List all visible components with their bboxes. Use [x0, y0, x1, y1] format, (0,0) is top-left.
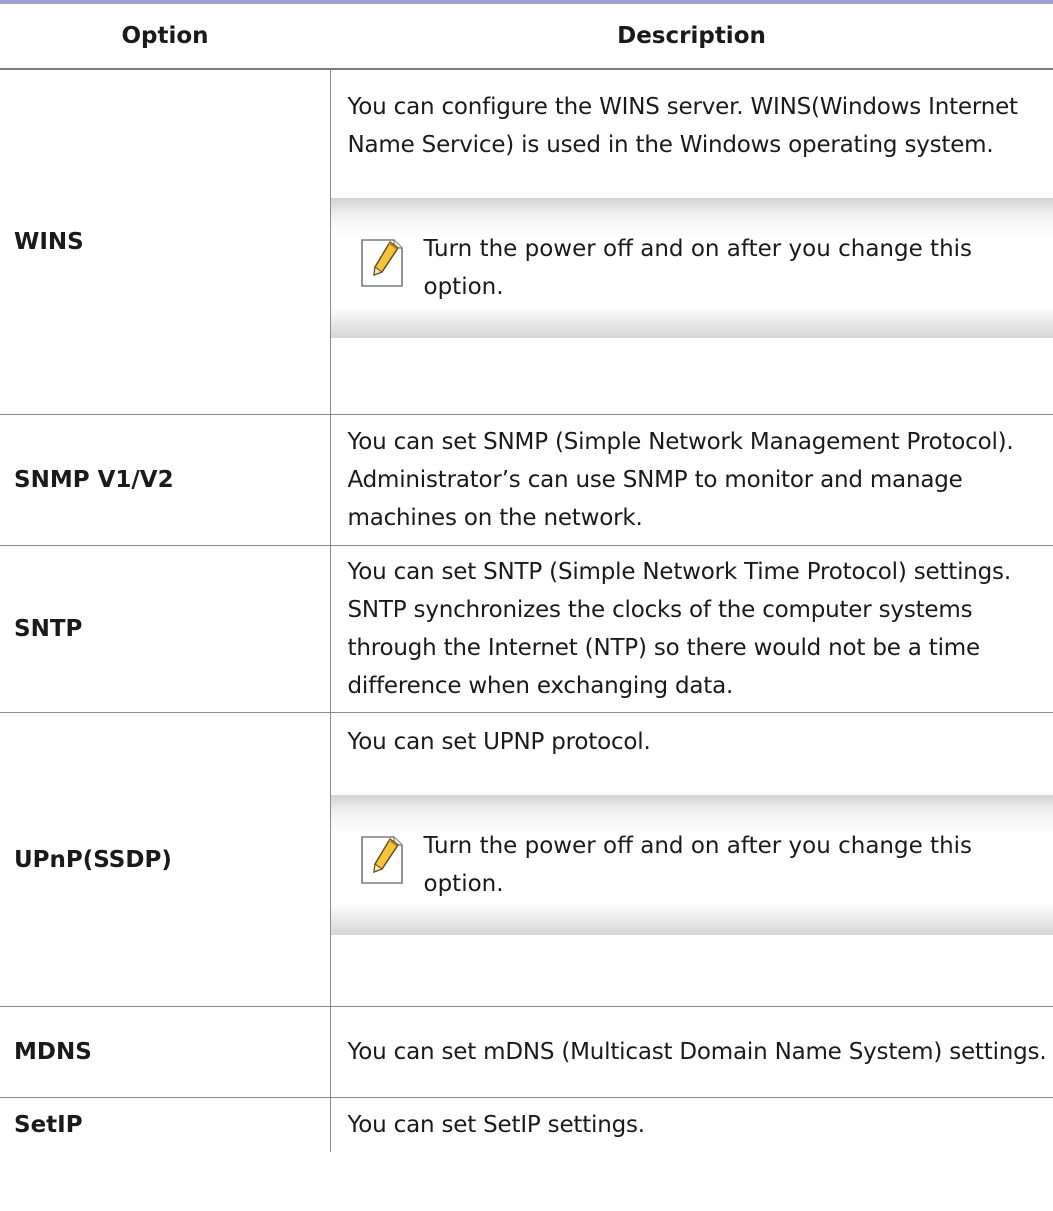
option-description-cell: You can set SetIP settings.: [330, 1097, 1053, 1152]
table-row: WINS You can configure the WINS server. …: [0, 69, 1053, 415]
option-name: UPnP(SSDP): [0, 712, 331, 1007]
option-name: SetIP: [0, 1097, 331, 1152]
option-description: You can configure the WINS server. WINS(…: [347, 94, 1019, 158]
table-row: SetIP You can set SetIP settings.: [0, 1097, 1053, 1152]
option-description-cell: You can set SNMP (Simple Network Managem…: [330, 414, 1053, 546]
note-pencil-icon: [360, 836, 403, 884]
option-description-cell: You can configure the WINS server. WINS(…: [330, 69, 1053, 415]
note-text: Turn the power off and on after you chan…: [423, 833, 973, 897]
table-row: SNMP V1/V2 You can set SNMP (Simple Netw…: [0, 414, 1053, 546]
note-box: Turn the power off and on after you chan…: [330, 198, 1053, 338]
option-description-cell: You can set UPNP protocol. Turn the powe…: [330, 712, 1053, 1007]
option-name: SNMP V1/V2: [0, 414, 331, 546]
option-description: You can set UPNP protocol.: [347, 729, 651, 755]
option-name: MDNS: [0, 1006, 331, 1098]
options-table: Option Description WINS You can configur…: [0, 4, 1053, 1152]
note-text: Turn the power off and on after you chan…: [423, 236, 973, 300]
option-name: SNTP: [0, 545, 331, 713]
table-row: SNTP You can set SNTP (Simple Network Ti…: [0, 545, 1053, 713]
options-page: Option Description WINS You can configur…: [0, 0, 1053, 1152]
option-description: You can set mDNS (Multicast Domain Name …: [347, 1039, 1047, 1065]
note-pencil-icon: [360, 239, 403, 287]
description-column-header: Description: [330, 4, 1053, 70]
option-name: WINS: [0, 69, 331, 415]
option-description: You can set SNMP (Simple Network Managem…: [347, 429, 1014, 531]
table-header-row: Option Description: [0, 4, 1053, 70]
table-row: UPnP(SSDP) You can set UPNP protocol. Tu…: [0, 712, 1053, 1007]
option-description-cell: You can set mDNS (Multicast Domain Name …: [330, 1006, 1053, 1098]
option-description-cell: You can set SNTP (Simple Network Time Pr…: [330, 545, 1053, 713]
note-box: Turn the power off and on after you chan…: [330, 795, 1053, 935]
option-description: You can set SetIP settings.: [347, 1112, 646, 1138]
option-description: You can set SNTP (Simple Network Time Pr…: [347, 559, 1012, 699]
table-row: MDNS You can set mDNS (Multicast Domain …: [0, 1006, 1053, 1098]
option-column-header: Option: [0, 4, 330, 70]
